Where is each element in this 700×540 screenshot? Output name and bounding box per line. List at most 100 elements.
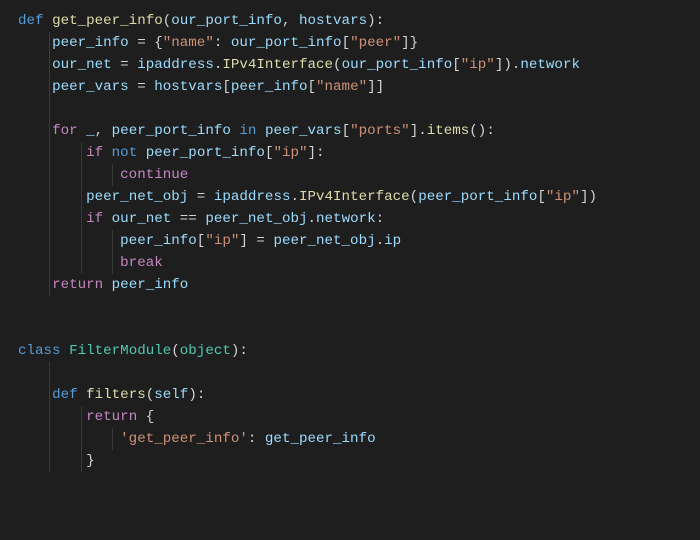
- code-line: def filters(self):: [18, 387, 205, 403]
- code-line: our_net = ipaddress.IPv4Interface(our_po…: [18, 57, 580, 73]
- code-token: not: [112, 145, 138, 161]
- code-token: .: [290, 189, 299, 205]
- code-token: .: [376, 233, 385, 249]
- code-token: [256, 123, 265, 139]
- code-token: ):: [367, 13, 384, 29]
- code-token: =: [129, 79, 155, 95]
- code-token: "ip": [461, 57, 495, 73]
- code-line: peer_net_obj = ipaddress.IPv4Interface(p…: [18, 189, 597, 205]
- code-token: [: [308, 79, 317, 95]
- code-token: }: [18, 453, 95, 469]
- code-token: [18, 57, 52, 73]
- code-token: [103, 277, 112, 293]
- code-token: peer_port_info: [112, 123, 231, 139]
- code-token: items: [427, 123, 470, 139]
- code-token: hostvars: [154, 79, 222, 95]
- code-token: "peer": [350, 35, 401, 51]
- code-token: network: [520, 57, 580, 73]
- code-token: ]]: [367, 79, 384, 95]
- code-line: peer_info["ip"] = peer_net_obj.ip: [18, 233, 401, 249]
- code-token: [78, 123, 87, 139]
- code-token: "ip": [546, 189, 580, 205]
- code-token: ):: [188, 387, 205, 403]
- code-token: [18, 211, 86, 227]
- code-token: :: [248, 431, 265, 447]
- code-token: "ports": [350, 123, 410, 139]
- code-token: peer_info: [52, 35, 129, 51]
- code-token: [18, 255, 120, 271]
- code-line: 'get_peer_info': get_peer_info: [18, 431, 376, 447]
- code-token: _: [86, 123, 95, 139]
- code-token: "name": [316, 79, 367, 95]
- code-token: our_port_info: [171, 13, 282, 29]
- code-token: (: [171, 343, 180, 359]
- code-token: :: [214, 35, 231, 51]
- code-token: class: [18, 343, 69, 359]
- code-token: [18, 35, 52, 51]
- code-line: class FilterModule(object):: [18, 343, 248, 359]
- code-token: for: [52, 123, 78, 139]
- code-token: peer_vars: [265, 123, 342, 139]
- code-line: if our_net == peer_net_obj.network:: [18, 211, 384, 227]
- code-token: break: [120, 255, 163, 271]
- code-token: [18, 431, 120, 447]
- code-token: filters: [86, 387, 146, 403]
- code-line: peer_info = {"name": our_port_info["peer…: [18, 35, 418, 51]
- code-token: ].: [410, 123, 427, 139]
- code-token: [18, 189, 86, 205]
- code-token: [137, 145, 146, 161]
- code-token: ==: [171, 211, 205, 227]
- code-token: ip: [384, 233, 401, 249]
- code-token: peer_info: [112, 277, 189, 293]
- code-token: ipaddress: [137, 57, 214, 73]
- code-token: our_port_info: [231, 35, 342, 51]
- code-token: [18, 145, 86, 161]
- code-token: continue: [120, 167, 188, 183]
- code-token: [18, 387, 52, 403]
- code-token: get_peer_info: [52, 13, 163, 29]
- code-line: def get_peer_info(our_port_info, hostvar…: [18, 13, 384, 29]
- code-token: (: [410, 189, 419, 205]
- code-token: [18, 233, 120, 249]
- code-token: peer_net_obj: [205, 211, 307, 227]
- code-token: peer_info: [120, 233, 197, 249]
- code-token: =: [188, 189, 214, 205]
- code-line: return peer_info: [18, 277, 188, 293]
- code-token: (: [333, 57, 342, 73]
- code-token: ]}: [401, 35, 418, 51]
- code-token: [18, 409, 86, 425]
- code-token: "name": [163, 35, 214, 51]
- code-line: }: [18, 453, 95, 469]
- code-token: return: [86, 409, 137, 425]
- code-token: peer_vars: [52, 79, 129, 95]
- code-line: if not peer_port_info["ip"]:: [18, 145, 325, 161]
- code-token: (: [146, 387, 155, 403]
- code-token: [: [537, 189, 546, 205]
- code-token: get_peer_info: [265, 431, 376, 447]
- code-line: return {: [18, 409, 154, 425]
- code-token: ]:: [308, 145, 325, 161]
- code-token: (: [163, 13, 172, 29]
- code-token: ,: [282, 13, 299, 29]
- code-token: [: [342, 123, 351, 139]
- code-token: [103, 145, 112, 161]
- code-token: our_port_info: [342, 57, 453, 73]
- code-token: return: [52, 277, 103, 293]
- code-token: [: [342, 35, 351, 51]
- code-token: [: [222, 79, 231, 95]
- code-token: our_net: [52, 57, 112, 73]
- code-token: :: [376, 211, 385, 227]
- code-token: 'get_peer_info': [120, 431, 248, 447]
- code-token: .: [308, 211, 317, 227]
- code-token: IPv4Interface: [299, 189, 410, 205]
- code-token: ]).: [495, 57, 521, 73]
- code-token: ):: [231, 343, 248, 359]
- code-token: ():: [469, 123, 495, 139]
- code-line: break: [18, 255, 163, 271]
- code-token: network: [316, 211, 376, 227]
- code-token: [18, 79, 52, 95]
- code-token: peer_info: [231, 79, 308, 95]
- code-token: our_net: [112, 211, 172, 227]
- code-token: def: [52, 387, 86, 403]
- code-token: in: [239, 123, 256, 139]
